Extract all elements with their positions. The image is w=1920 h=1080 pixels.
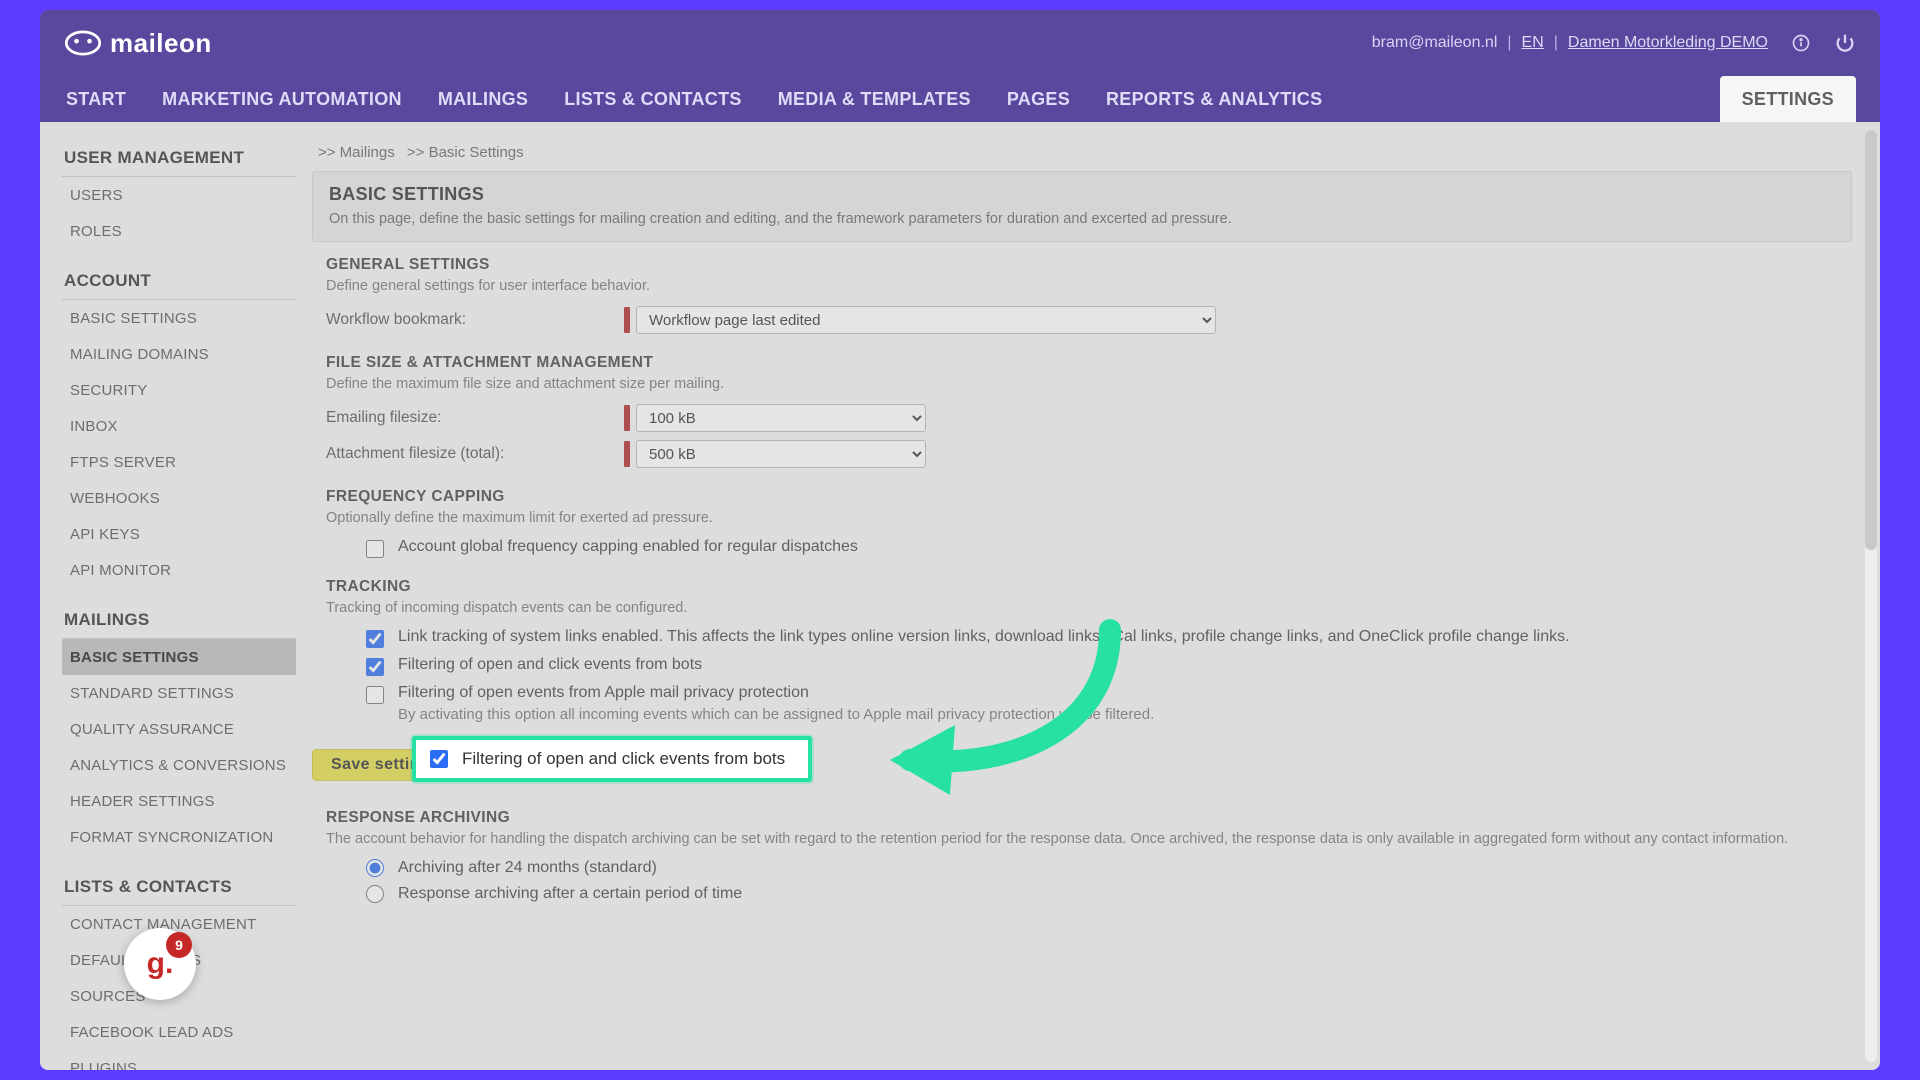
checkbox-bot-filter-highlighted[interactable] — [430, 750, 448, 768]
power-icon[interactable] — [1834, 32, 1856, 54]
nav-settings[interactable]: SETTINGS — [1720, 76, 1856, 122]
topbar-right: bram@maileon.nl | EN | Damen Motorkledin… — [1372, 32, 1856, 54]
brand-name: maileon — [110, 28, 212, 59]
brand-logo: maileon — [64, 28, 212, 59]
annotation-dim — [40, 122, 1880, 1070]
nav-mailings[interactable]: MAILINGS — [436, 76, 530, 122]
scrollbar-thumb[interactable] — [1865, 130, 1877, 550]
brand-icon — [64, 30, 102, 56]
nav-start[interactable]: START — [64, 76, 128, 122]
language-link[interactable]: EN — [1522, 34, 1544, 52]
separator: | — [1554, 34, 1558, 52]
nav-pages[interactable]: PAGES — [1005, 76, 1072, 122]
help-widget-count: 9 — [166, 932, 192, 958]
top-bar: maileon bram@maileon.nl | EN | Damen Mot… — [40, 10, 1880, 76]
user-email: bram@maileon.nl — [1372, 34, 1498, 52]
info-icon[interactable] — [1790, 32, 1812, 54]
label-bot-filter-highlighted: Filtering of open and click events from … — [462, 749, 785, 769]
nav-media-templates[interactable]: MEDIA & TEMPLATES — [776, 76, 973, 122]
annotation-highlight-box: Filtering of open and click events from … — [412, 736, 812, 782]
main-nav: START MARKETING AUTOMATION MAILINGS LIST… — [40, 76, 1880, 122]
nav-marketing-automation[interactable]: MARKETING AUTOMATION — [160, 76, 404, 122]
separator: | — [1507, 34, 1511, 52]
nav-reports[interactable]: REPORTS & ANALYTICS — [1104, 76, 1324, 122]
nav-lists-contacts[interactable]: LISTS & CONTACTS — [562, 76, 743, 122]
org-link[interactable]: Damen Motorkleding DEMO — [1568, 34, 1768, 52]
help-widget[interactable]: g. 9 — [124, 928, 196, 1000]
